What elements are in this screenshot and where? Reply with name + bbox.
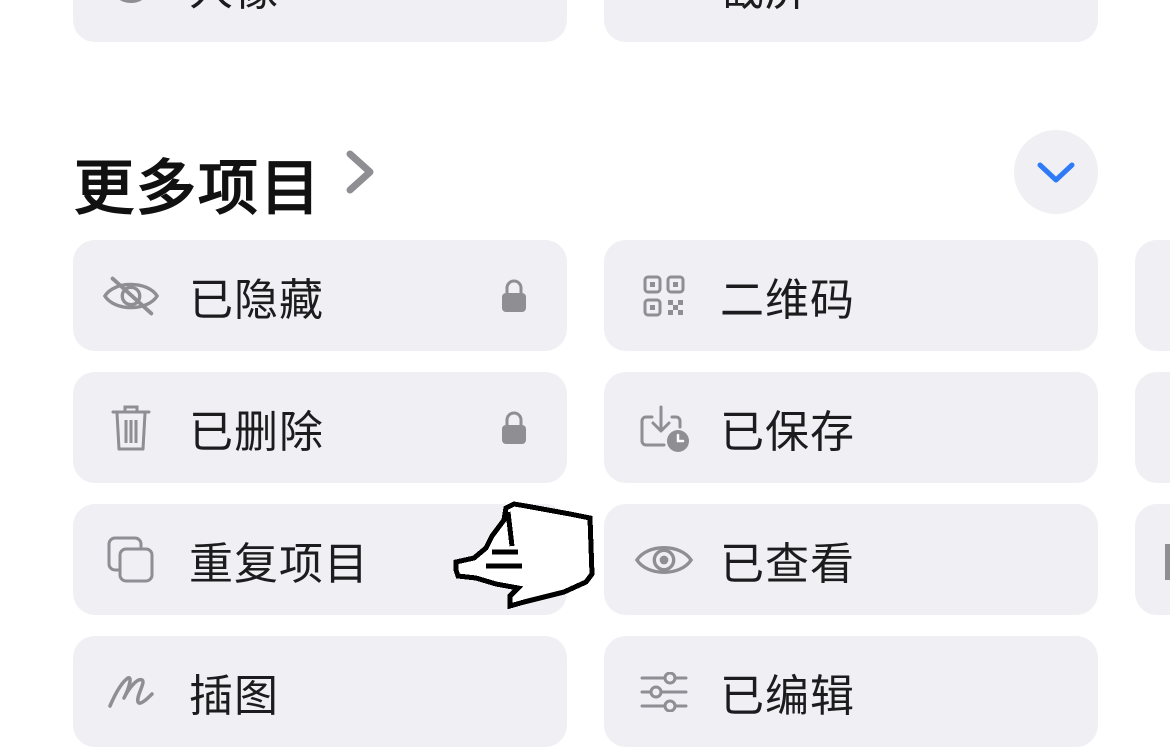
saved-download-icon — [634, 372, 694, 483]
qr-code-icon — [634, 240, 694, 351]
pointing-hand-cursor-icon — [452, 500, 598, 616]
scribble-icon — [101, 636, 161, 747]
album-tile-hidden[interactable]: 已隐藏 — [73, 240, 567, 351]
album-tile-partial[interactable] — [1135, 372, 1170, 483]
album-tile-deleted[interactable]: 已删除 — [73, 372, 567, 483]
album-label: 二维码 — [720, 274, 855, 326]
album-label: 已隐藏 — [189, 274, 324, 326]
album-label: 已删除 — [189, 406, 324, 458]
partial-icon — [1165, 544, 1170, 580]
eye-slash-icon — [101, 240, 161, 351]
album-tile-screenshots[interactable]: 截屏 — [604, 0, 1098, 42]
chevron-down-icon — [1037, 162, 1075, 183]
person-circle-icon — [101, 0, 161, 42]
album-label: 插图 — [189, 670, 279, 722]
album-label: 已编辑 — [720, 670, 855, 722]
album-tile-illustrations[interactable]: 插图 — [73, 636, 567, 747]
album-label: 重复项目 — [189, 538, 369, 590]
album-tile-viewed[interactable]: 已查看 — [604, 504, 1098, 615]
album-label: 人像 — [189, 0, 279, 42]
album-label: 已保存 — [720, 406, 855, 458]
album-label: 已查看 — [720, 538, 855, 590]
album-tile-qr-codes[interactable]: 二维码 — [604, 240, 1098, 351]
eye-icon — [634, 504, 694, 615]
album-label: 截屏 — [720, 0, 810, 42]
lock-icon — [501, 240, 527, 351]
album-tile-partial[interactable] — [1135, 504, 1170, 615]
collapse-button[interactable] — [1014, 130, 1098, 214]
duplicate-icon — [101, 504, 161, 615]
album-tile-edited[interactable]: 已编辑 — [604, 636, 1098, 747]
trash-icon — [101, 372, 161, 483]
lock-icon — [501, 372, 527, 483]
sliders-icon — [634, 636, 694, 747]
chevron-right-icon[interactable] — [342, 148, 378, 200]
album-tile-people[interactable]: 人像 — [73, 0, 567, 42]
screenshot-icon — [634, 0, 694, 42]
album-tile-partial[interactable] — [1135, 240, 1170, 351]
album-tile-saved[interactable]: 已保存 — [604, 372, 1098, 483]
section-title[interactable]: 更多项目 — [74, 140, 322, 227]
